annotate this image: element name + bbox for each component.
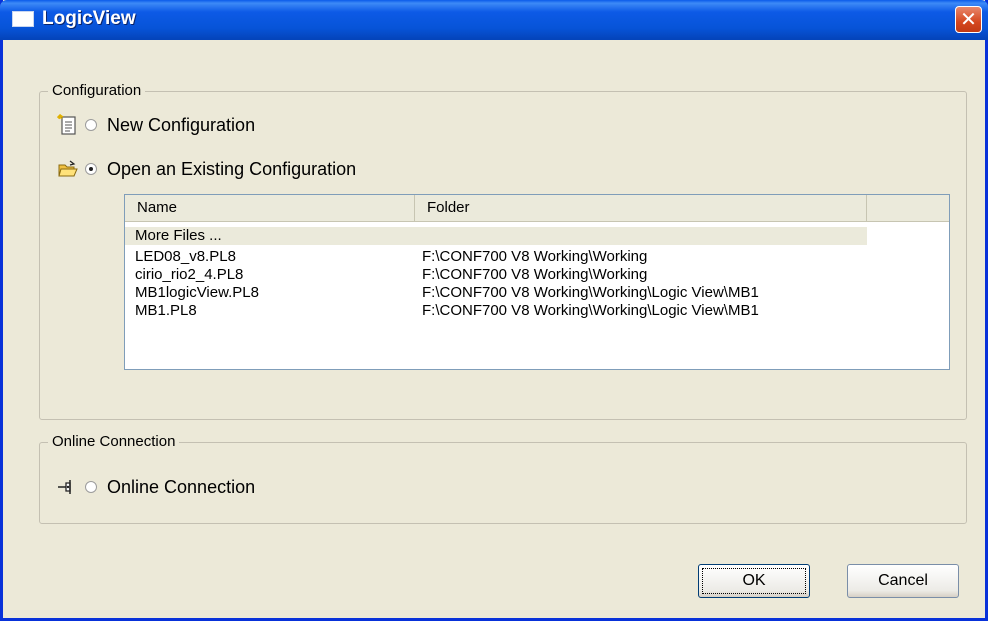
new-configuration-label[interactable]: New Configuration (107, 115, 255, 136)
new-document-icon (57, 114, 76, 135)
plug-connection-icon (58, 480, 71, 494)
file-folder[interactable]: F:\CONF700 V8 Working\Working\Logic View… (422, 302, 759, 320)
online-connection-option[interactable]: Online Connection (57, 476, 255, 498)
logicview-dialog: LogicView ✕ Configuration New Configurat… (0, 0, 988, 621)
ok-button[interactable]: OK (698, 564, 810, 598)
file-folder[interactable]: F:\CONF700 V8 Working\Working (422, 266, 647, 284)
file-name[interactable]: LED08_v8.PL8 (135, 248, 236, 266)
file-name[interactable]: cirio_rio2_4.PL8 (135, 266, 243, 284)
file-folder[interactable]: F:\CONF700 V8 Working\Working (422, 248, 647, 266)
column-header-folder[interactable]: Folder (415, 195, 867, 221)
table-row[interactable]: cirio_rio2_4.PL8 F:\CONF700 V8 Working\W… (125, 266, 949, 284)
online-connection-radio[interactable] (85, 481, 97, 493)
more-files-label[interactable]: More Files ... (135, 227, 222, 245)
list-header: Name Folder (125, 195, 949, 222)
cancel-button[interactable]: Cancel (847, 564, 959, 598)
table-row[interactable]: MB1logicView.PL8 F:\CONF700 V8 Working\W… (125, 284, 949, 302)
more-files-row[interactable]: More Files ... (125, 227, 867, 245)
online-connection-legend: Online Connection (48, 433, 180, 451)
new-configuration-radio[interactable] (85, 119, 97, 131)
title-bar[interactable]: LogicView ✕ (0, 0, 988, 40)
file-name[interactable]: MB1logicView.PL8 (135, 284, 259, 302)
open-folder-icon (58, 160, 78, 177)
table-row[interactable]: MB1.PL8 F:\CONF700 V8 Working\Working\Lo… (125, 302, 949, 320)
configuration-legend: Configuration (48, 82, 146, 100)
file-name[interactable]: MB1.PL8 (135, 302, 197, 320)
cancel-button-label: Cancel (878, 572, 928, 589)
close-button[interactable]: ✕ (955, 6, 982, 33)
online-connection-label[interactable]: Online Connection (107, 477, 255, 498)
configuration-file-list[interactable]: Name Folder More Files ... LED08_v8.PL8 … (124, 194, 950, 370)
new-configuration-option[interactable]: New Configuration (57, 114, 255, 136)
open-configuration-option[interactable]: Open an Existing Configuration (57, 158, 356, 180)
window-title: LogicView (42, 8, 136, 29)
close-icon: ✕ (960, 7, 977, 31)
window-icon (12, 11, 34, 27)
open-configuration-label[interactable]: Open an Existing Configuration (107, 159, 356, 180)
ok-button-label: OK (742, 572, 766, 589)
table-row[interactable]: LED08_v8.PL8 F:\CONF700 V8 Working\Worki… (125, 248, 949, 266)
column-header-name[interactable]: Name (125, 195, 415, 221)
file-folder[interactable]: F:\CONF700 V8 Working\Working\Logic View… (422, 284, 759, 302)
open-configuration-radio[interactable] (85, 163, 97, 175)
